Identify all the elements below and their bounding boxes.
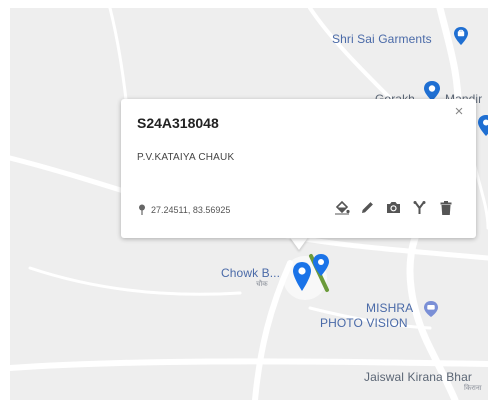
poi-label-chowk[interactable]: Chowk B... — [221, 266, 280, 280]
coordinates-text: 27.24511, 83.56925 — [151, 204, 231, 215]
fork-icon[interactable] — [411, 199, 428, 216]
local-script-label-chowk: चौक — [256, 281, 268, 288]
local-script-label-jaiswal: किराना — [464, 385, 482, 392]
poi-label-shri-sai-garments[interactable]: Shri Sai Garments — [332, 32, 432, 46]
pushpin-icon — [139, 204, 145, 215]
close-icon[interactable]: × — [451, 104, 467, 120]
camera-icon[interactable] — [385, 199, 402, 216]
info-popup: S24A318048 × P.V.KATAIYA CHAUK 27.24511,… — [121, 99, 476, 238]
paint-bucket-icon[interactable] — [333, 199, 350, 216]
popup-action-bar — [333, 199, 454, 216]
poi-label-mishra[interactable]: MISHRA — [366, 301, 413, 315]
poi-label-photo-vision[interactable]: PHOTO VISION — [320, 316, 408, 330]
shopping-bag-icon[interactable] — [453, 26, 469, 46]
partial-place-pin-icon[interactable] — [476, 114, 488, 138]
popup-title: S24A318048 — [137, 115, 219, 131]
popup-address: P.V.KATAIYA CHAUK — [137, 152, 235, 163]
popup-pointer — [289, 236, 309, 250]
trash-icon[interactable] — [437, 199, 454, 216]
location-marker-icon[interactable] — [291, 261, 313, 293]
camera-shop-icon[interactable] — [423, 300, 439, 318]
pencil-icon[interactable] — [359, 199, 376, 216]
poi-label-jaiswal-kirana[interactable]: Jaiswal Kirana Bhar — [364, 370, 472, 384]
popup-coordinates: 27.24511, 83.56925 — [138, 204, 230, 215]
